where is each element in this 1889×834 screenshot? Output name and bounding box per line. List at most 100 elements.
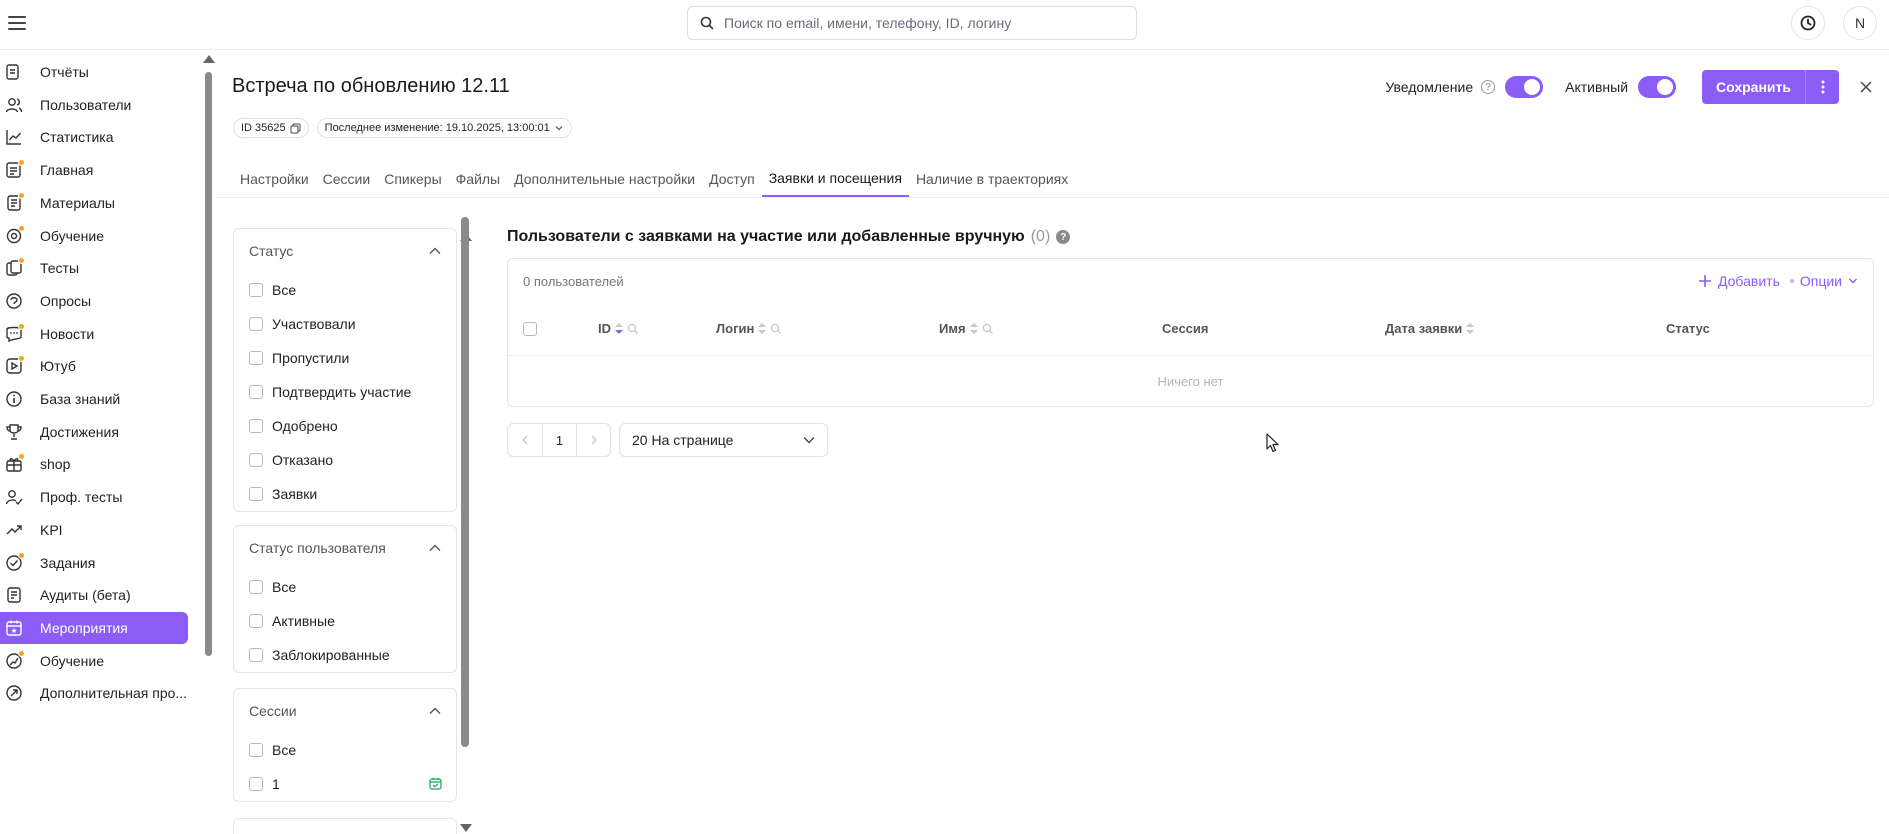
tab-4[interactable]: Файлы [449, 160, 507, 197]
checkbox[interactable] [249, 580, 263, 594]
global-search[interactable] [687, 6, 1137, 40]
filter-option[interactable]: Все [234, 273, 456, 307]
sort-icon[interactable] [969, 322, 978, 335]
checkbox[interactable] [249, 317, 263, 331]
checkbox[interactable] [249, 283, 263, 297]
column-login[interactable]: Логин [716, 321, 782, 336]
prev-page-button[interactable] [508, 424, 542, 456]
search-icon[interactable] [982, 323, 994, 335]
checkbox[interactable] [249, 453, 263, 467]
checkbox[interactable] [249, 487, 263, 501]
column-date[interactable]: Дата заявки [1385, 321, 1475, 336]
search-icon[interactable] [627, 323, 639, 335]
tab-3[interactable]: Спикеры [377, 160, 448, 197]
chevron-up-icon[interactable] [429, 247, 441, 255]
sidebar-item-достижения[interactable]: Достижения [0, 416, 188, 448]
last-change-chip[interactable]: Последнее изменение: 19.10.2025, 13:00:0… [316, 118, 572, 138]
active-toggle[interactable] [1638, 76, 1677, 98]
sidebar-scrollbar[interactable] [205, 72, 212, 656]
filter-sessions-header[interactable]: Сессии [234, 689, 456, 733]
sort-icon[interactable] [1466, 322, 1475, 335]
notification-toggle[interactable] [1505, 76, 1544, 98]
help-icon[interactable]: ? [1056, 230, 1071, 244]
checkbox[interactable] [249, 777, 263, 791]
options-dropdown[interactable]: Опции [1789, 273, 1858, 289]
chevron-up-icon[interactable] [429, 544, 441, 552]
sidebar-item-база-знаний[interactable]: База знаний [0, 383, 188, 415]
checkbox[interactable] [249, 614, 263, 628]
checkbox[interactable] [249, 648, 263, 662]
sort-icon[interactable] [758, 322, 767, 335]
sidebar-item-новости[interactable]: Новости [0, 318, 188, 350]
filter-option[interactable]: Пропустили [234, 341, 456, 375]
filters-scroll-down-arrow-icon[interactable] [460, 824, 472, 832]
sidebar-item-материалы[interactable]: Материалы [0, 187, 188, 219]
filter-option[interactable]: Активные [234, 604, 456, 638]
chevron-up-icon[interactable] [429, 707, 441, 715]
tab-2[interactable]: Сессии [316, 160, 378, 197]
column-login-label: Логин [716, 321, 755, 336]
tab-1[interactable]: Настройки [233, 160, 316, 197]
checkbox[interactable] [249, 419, 263, 433]
history-button[interactable] [1791, 6, 1825, 40]
sidebar-scroll-up-arrow-icon[interactable] [203, 55, 215, 63]
sidebar-item-обучение[interactable]: Обучение [0, 220, 188, 252]
sidebar-item-статистика[interactable]: Статистика [0, 121, 188, 153]
sidebar-item-shop[interactable]: shop [0, 448, 188, 480]
filter-option-label: Все [272, 282, 297, 298]
filter-option[interactable]: Заблокированные [234, 638, 456, 672]
user-avatar[interactable]: N [1843, 6, 1877, 40]
column-name[interactable]: Имя [939, 321, 994, 336]
close-button[interactable] [1857, 78, 1875, 96]
id-chip[interactable]: ID 35625 [233, 118, 309, 138]
sidebar-item-задания[interactable]: Задания [0, 547, 188, 579]
filter-option[interactable]: Все [234, 570, 456, 604]
sidebar-item-дополнительная-про[interactable]: Дополнительная про... [0, 677, 188, 709]
filter-option[interactable]: Отказано [234, 443, 456, 477]
filter-option[interactable]: Подтвердить участие [234, 375, 456, 409]
select-all-checkbox[interactable] [523, 322, 537, 336]
column-id[interactable]: ID [598, 321, 639, 336]
more-actions-button[interactable] [1805, 70, 1839, 104]
sort-icon[interactable] [615, 322, 623, 335]
search-icon[interactable] [770, 323, 782, 335]
checkbox[interactable] [249, 743, 263, 757]
users-icon [5, 96, 23, 114]
page-number-button[interactable]: 1 [542, 424, 576, 456]
checkbox[interactable] [249, 351, 263, 365]
save-button[interactable]: Сохранить [1702, 70, 1805, 104]
add-user-button[interactable]: Добавить [1698, 273, 1780, 289]
sidebar-item-пользователи[interactable]: Пользователи [0, 89, 188, 121]
filters-scrollbar[interactable] [461, 217, 469, 747]
sidebar-item-мероприятия[interactable]: Мероприятия [0, 611, 188, 644]
sidebar-item-тесты[interactable]: Тесты [0, 252, 188, 284]
filter-user-status-header[interactable]: Статус пользователя [234, 526, 456, 570]
sidebar-item-ютуб[interactable]: Ютуб [0, 350, 188, 382]
next-page-button[interactable] [576, 424, 610, 456]
filter-status-header[interactable]: Статус [234, 229, 456, 273]
calendar-check-icon[interactable] [429, 777, 442, 793]
filter-option[interactable]: Заявки [234, 477, 456, 511]
tab-7[interactable]: Заявки и посещения [761, 160, 909, 197]
copy-icon[interactable] [290, 123, 301, 134]
tab-6[interactable]: Доступ [702, 160, 762, 197]
filter-option[interactable]: Участвовали [234, 307, 456, 341]
search-input[interactable] [724, 15, 1124, 31]
help-icon[interactable]: ? [1481, 80, 1496, 94]
tab-8[interactable]: Наличие в траекториях [909, 160, 1075, 197]
filter-option[interactable]: Одобрено [234, 409, 456, 443]
checkbox[interactable] [249, 385, 263, 399]
sidebar-item-главная[interactable]: Главная [0, 154, 188, 186]
sidebar-item-проф-тесты[interactable]: Проф. тесты [0, 481, 188, 513]
sidebar-item-kpi[interactable]: KPI [0, 514, 188, 546]
sidebar-item-аудиты-бета[interactable]: Аудиты (бета) [0, 579, 188, 611]
per-page-select[interactable]: 20 На странице [619, 423, 828, 457]
checkbox[interactable] [523, 322, 537, 336]
hamburger-menu-icon[interactable] [6, 14, 28, 32]
sidebar-item-отчёты[interactable]: Отчёты [0, 56, 188, 88]
tab-5[interactable]: Дополнительные настройки [507, 160, 702, 197]
sidebar-item-опросы[interactable]: Опросы [0, 285, 188, 317]
filter-option[interactable]: 1 [234, 767, 456, 801]
sidebar-item-обучение[interactable]: Обучение [0, 645, 188, 677]
filter-option[interactable]: Все [234, 733, 456, 767]
